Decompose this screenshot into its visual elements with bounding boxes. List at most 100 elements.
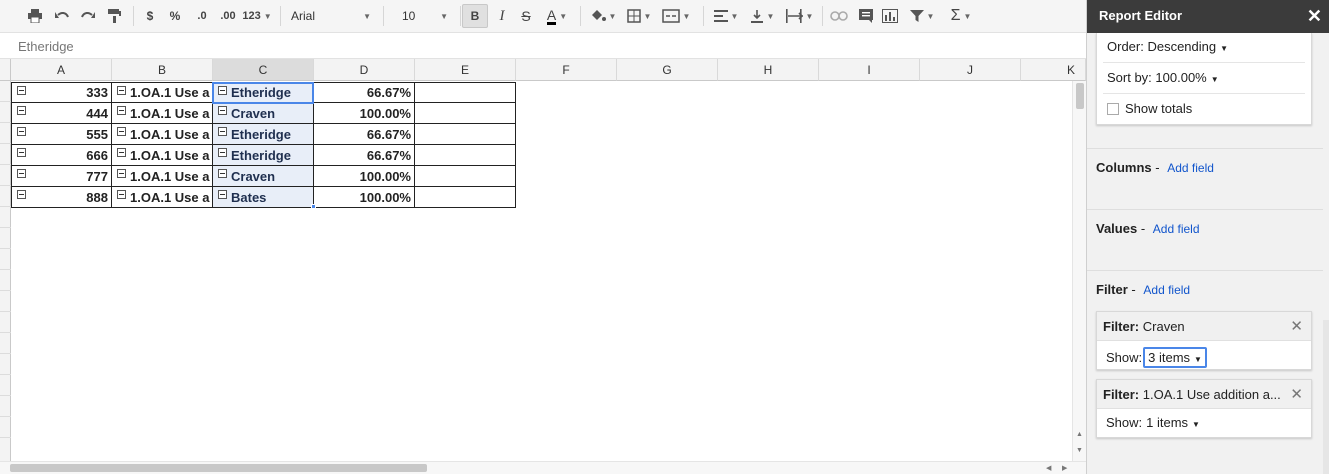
scroll-right-icon[interactable]: ▶	[1062, 464, 1067, 472]
column-header-c[interactable]: C	[213, 59, 314, 81]
table-cell[interactable]	[415, 82, 516, 103]
fill-handle[interactable]	[311, 204, 316, 209]
table-cell[interactable]: 100.00%	[314, 166, 415, 187]
table-cell[interactable]: 100.00%	[314, 187, 415, 208]
formula-bar[interactable]: Etheridge	[0, 34, 1086, 59]
table-cell[interactable]	[415, 166, 516, 187]
table-cell[interactable]: Etheridge	[213, 82, 314, 103]
show-totals-toggle[interactable]: Show totals	[1107, 101, 1192, 116]
collapse-icon[interactable]	[218, 106, 227, 115]
bold-button[interactable]: B	[462, 4, 488, 28]
horizontal-align-button[interactable]: ▼	[709, 4, 743, 28]
percent-format-button[interactable]: %	[167, 4, 183, 28]
redo-icon[interactable]	[78, 4, 98, 28]
filter-button[interactable]: ▼	[904, 4, 940, 28]
table-cell[interactable]: 555	[11, 124, 112, 145]
insert-link-icon[interactable]	[829, 4, 849, 28]
insert-comment-icon[interactable]	[856, 4, 876, 28]
collapse-icon[interactable]	[218, 169, 227, 178]
borders-button[interactable]: ▼	[624, 4, 654, 28]
table-cell[interactable]: 1.OA.1 Use a	[112, 124, 213, 145]
currency-format-button[interactable]: $	[142, 4, 158, 28]
table-cell[interactable]	[415, 124, 516, 145]
vertical-scroll-thumb[interactable]	[1076, 83, 1084, 109]
filter-show-dropdown[interactable]: 1 items ▼	[1146, 415, 1200, 430]
table-cell[interactable]: Etheridge	[213, 145, 314, 166]
values-add-field-link[interactable]: Add field	[1153, 222, 1200, 236]
collapse-icon[interactable]	[17, 86, 26, 95]
vertical-scrollbar[interactable]: ▲ ▼	[1072, 81, 1086, 461]
collapse-icon[interactable]	[218, 190, 227, 199]
collapse-icon[interactable]	[17, 169, 26, 178]
table-cell[interactable]	[415, 145, 516, 166]
filter-show-dropdown[interactable]: 3 items ▼	[1143, 347, 1207, 368]
column-header-g[interactable]: G	[617, 59, 718, 81]
undo-icon[interactable]	[52, 4, 72, 28]
collapse-icon[interactable]	[117, 169, 126, 178]
text-wrapping-button[interactable]: ▼	[781, 4, 817, 28]
column-header-e[interactable]: E	[415, 59, 516, 81]
table-cell[interactable]: 1.OA.1 Use a	[112, 82, 213, 103]
table-cell[interactable]	[415, 187, 516, 208]
table-cell[interactable]: 333	[11, 82, 112, 103]
remove-filter-icon[interactable]: ✕	[1290, 385, 1303, 403]
collapse-icon[interactable]	[17, 190, 26, 199]
table-cell[interactable]: 777	[11, 166, 112, 187]
table-cell[interactable]	[415, 103, 516, 124]
paint-format-icon[interactable]	[104, 4, 124, 28]
text-color-button[interactable]: A ▼	[540, 4, 574, 28]
collapse-icon[interactable]	[117, 190, 126, 199]
table-cell[interactable]: 1.OA.1 Use a	[112, 145, 213, 166]
collapse-icon[interactable]	[17, 127, 26, 136]
merge-cells-button[interactable]: ▼	[658, 4, 694, 28]
print-icon[interactable]	[25, 4, 45, 28]
table-cell[interactable]: 100.00%	[314, 103, 415, 124]
filter-add-field-link[interactable]: Add field	[1143, 283, 1190, 297]
scroll-left-icon[interactable]: ◀	[1046, 464, 1051, 472]
collapse-icon[interactable]	[117, 86, 126, 95]
collapse-icon[interactable]	[117, 148, 126, 157]
sort-by-dropdown[interactable]: Sort by: 100.00% ▼	[1107, 70, 1219, 85]
columns-add-field-link[interactable]: Add field	[1167, 161, 1214, 175]
table-cell[interactable]: Craven	[213, 103, 314, 124]
collapse-icon[interactable]	[117, 127, 126, 136]
column-header-i[interactable]: I	[819, 59, 920, 81]
collapse-icon[interactable]	[17, 148, 26, 157]
decrease-decimals-button[interactable]: .0	[192, 4, 212, 28]
table-cell[interactable]: 66.67%	[314, 145, 415, 166]
table-cell[interactable]: 66.67%	[314, 124, 415, 145]
table-cell[interactable]: Bates	[213, 187, 314, 208]
increase-decimals-button[interactable]: .00	[217, 4, 239, 28]
functions-button[interactable]: Σ ▼	[944, 4, 978, 28]
scroll-up-icon[interactable]: ▲	[1076, 431, 1083, 438]
more-formats-button[interactable]: 123 ▼	[242, 4, 272, 28]
order-dropdown[interactable]: Order: Descending ▼	[1107, 39, 1228, 54]
vertical-align-button[interactable]: ▼	[745, 4, 779, 28]
column-header-h[interactable]: H	[718, 59, 819, 81]
insert-chart-icon[interactable]	[880, 4, 900, 28]
strikethrough-button[interactable]: S	[516, 4, 536, 28]
table-cell[interactable]: Etheridge	[213, 124, 314, 145]
collapse-icon[interactable]	[218, 127, 227, 136]
column-header-a[interactable]: A	[11, 59, 112, 81]
close-icon[interactable]: ✕	[1307, 6, 1322, 27]
column-header-k[interactable]: K	[1021, 59, 1086, 81]
column-header-f[interactable]: F	[516, 59, 617, 81]
table-cell[interactable]: 1.OA.1 Use a	[112, 187, 213, 208]
fill-color-button[interactable]: ▼	[588, 4, 618, 28]
table-cell[interactable]: 444	[11, 103, 112, 124]
horizontal-scroll-thumb[interactable]	[10, 464, 427, 472]
table-cell[interactable]: 1.OA.1 Use a	[112, 103, 213, 124]
table-cell[interactable]: 888	[11, 187, 112, 208]
collapse-icon[interactable]	[218, 86, 227, 95]
table-cell[interactable]: 666	[11, 145, 112, 166]
remove-filter-icon[interactable]: ✕	[1290, 317, 1303, 335]
italic-button[interactable]: I	[492, 4, 512, 28]
column-header-j[interactable]: J	[920, 59, 1021, 81]
font-size-select[interactable]: 10 ▼	[396, 4, 454, 28]
table-cell[interactable]: Craven	[213, 166, 314, 187]
show-totals-checkbox[interactable]	[1107, 103, 1119, 115]
row-header-gutter[interactable]	[0, 81, 11, 461]
collapse-icon[interactable]	[17, 106, 26, 115]
font-family-select[interactable]: Arial ▼	[285, 4, 377, 28]
